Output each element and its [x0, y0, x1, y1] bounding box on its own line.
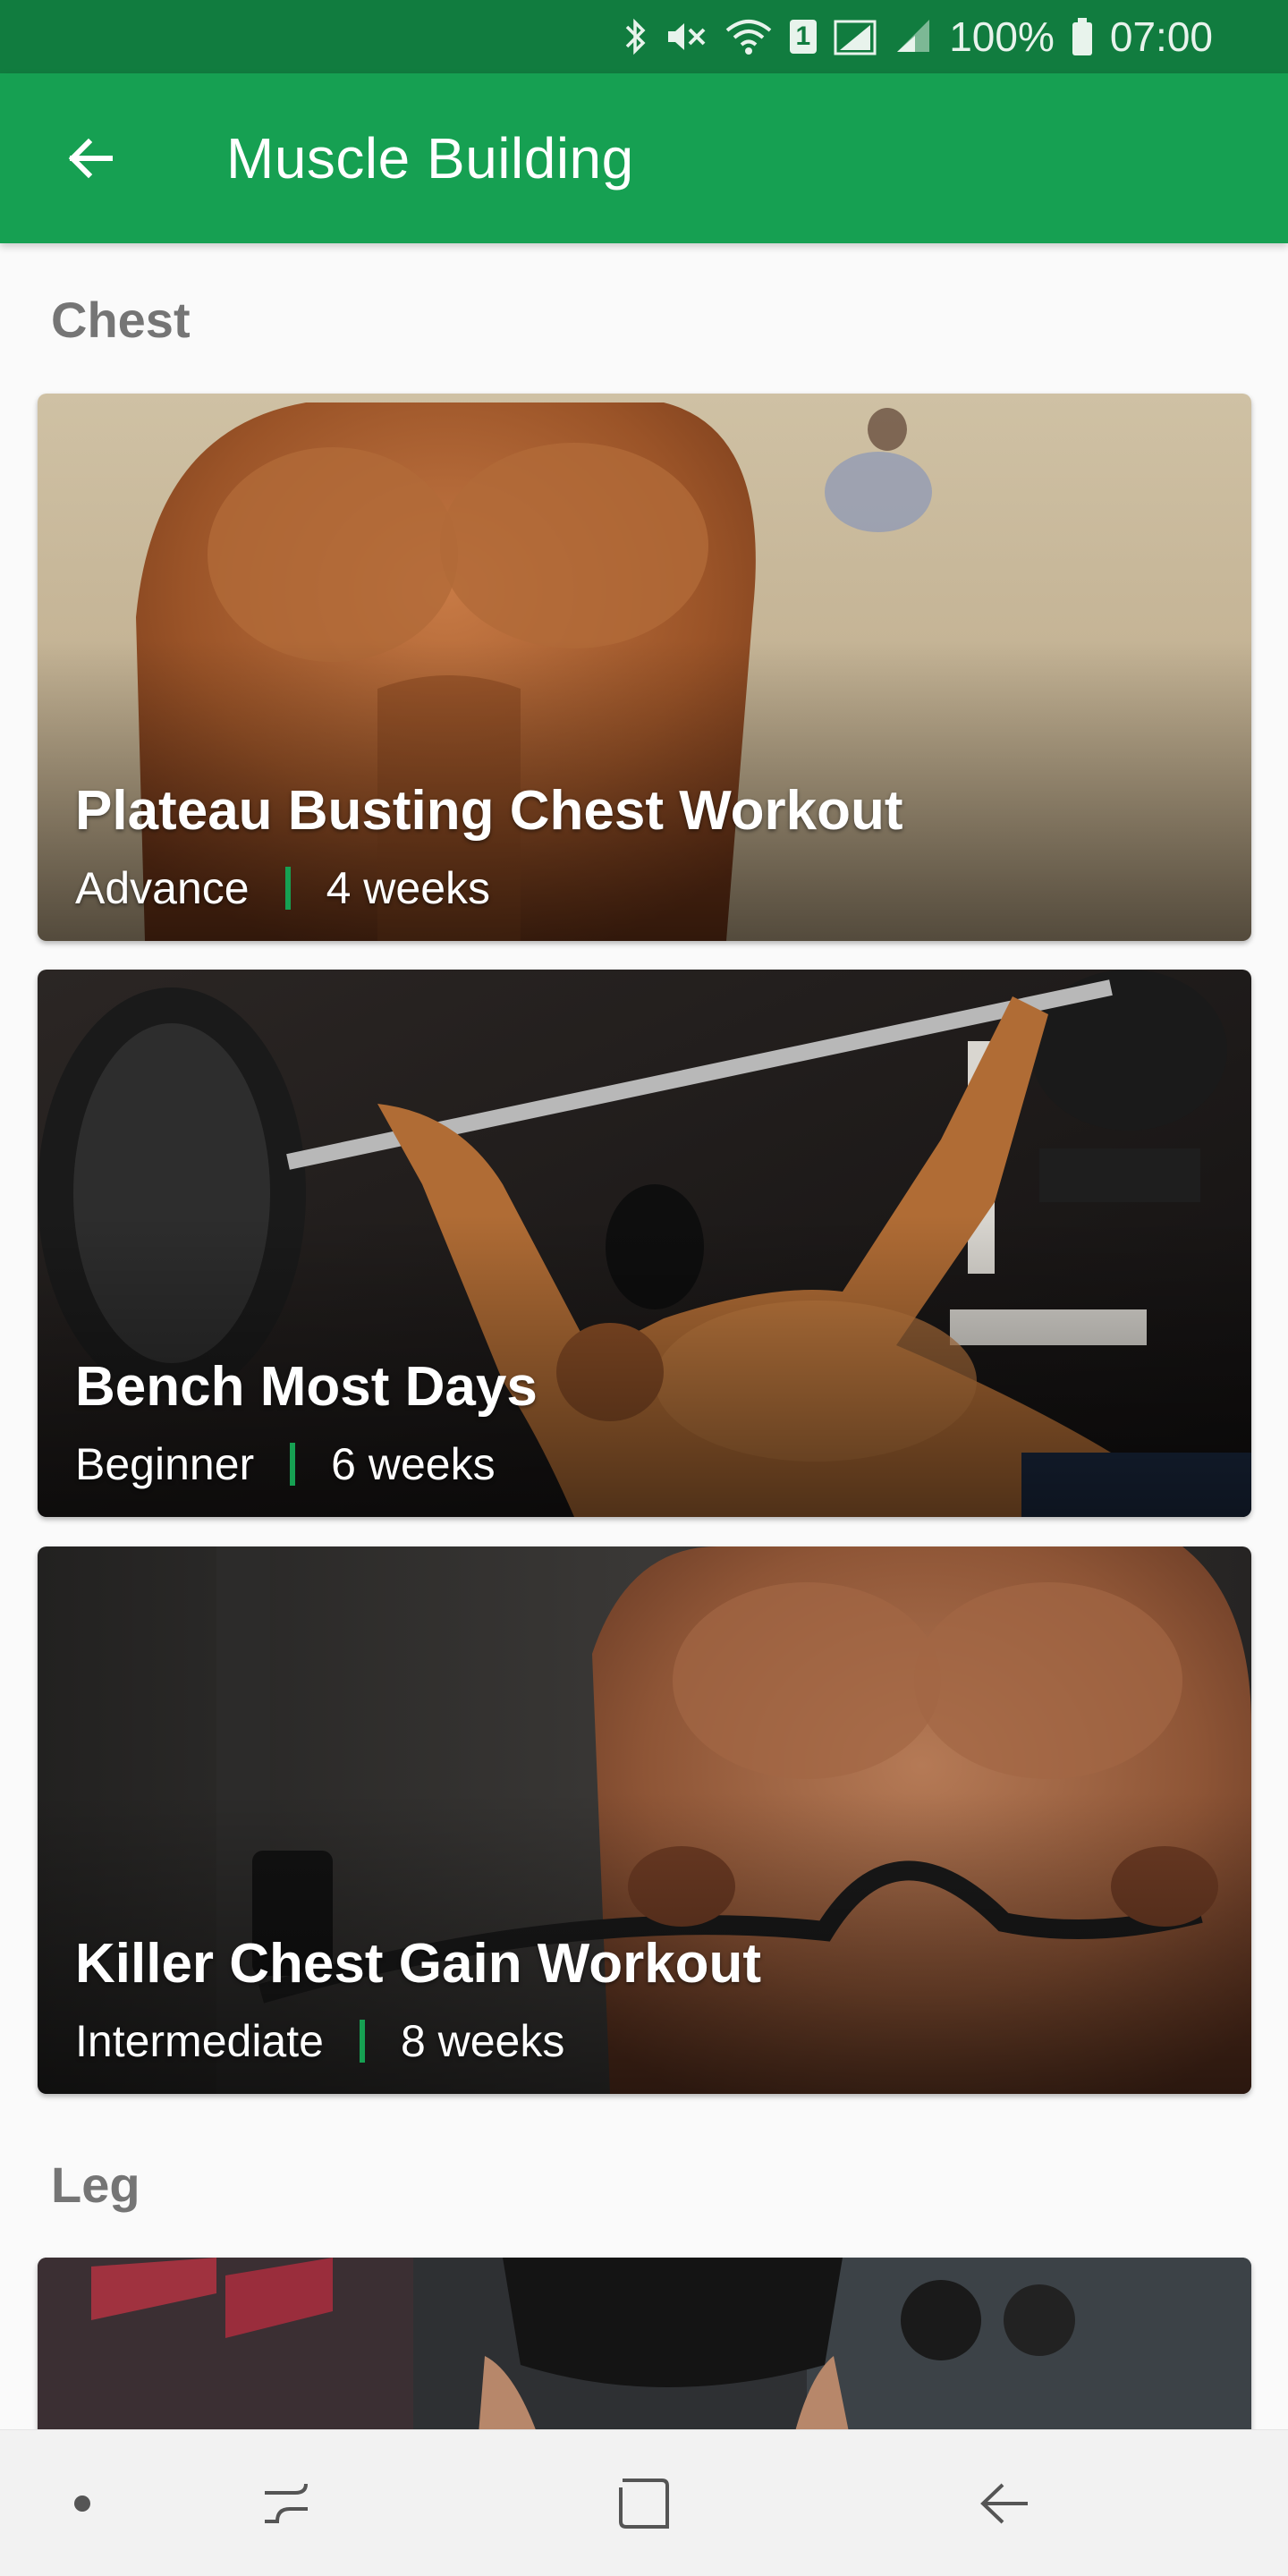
meta-divider [359, 2020, 365, 2063]
mute-icon [665, 16, 708, 57]
home-icon[interactable] [615, 2475, 673, 2532]
card-duration: 4 weeks [326, 863, 491, 913]
screen: 1 100% 07:00 Muscle Building Chest Plate… [0, 0, 1288, 2576]
clock-time: 07:00 [1109, 13, 1213, 60]
card-duration: 6 weeks [331, 1439, 496, 1489]
navigation-bar [0, 2429, 1288, 2576]
battery-icon [1071, 16, 1094, 57]
signal-icon [894, 16, 933, 57]
bluetooth-icon [622, 16, 648, 57]
battery-percent: 100% [949, 13, 1055, 60]
card-level: Advance [75, 863, 250, 913]
arrow-left-icon [68, 138, 113, 179]
app-bar: Muscle Building [0, 73, 1288, 243]
back-icon[interactable] [976, 2476, 1031, 2531]
status-bar: 1 100% 07:00 [0, 0, 1288, 73]
meta-divider [284, 867, 291, 910]
workout-card-killer[interactable]: Killer Chest Gain Workout Intermediate 8… [38, 1546, 1251, 2094]
section-title-leg: Leg [51, 2157, 140, 2213]
back-button[interactable] [50, 118, 131, 199]
workout-card-bench[interactable]: Bench Most Days Beginner 6 weeks [38, 970, 1251, 1517]
workout-card-plateau[interactable]: Plateau Busting Chest Workout Advance 4 … [38, 394, 1251, 941]
page-title: Muscle Building [226, 126, 634, 191]
signal-icon [833, 16, 877, 57]
recent-apps-icon[interactable] [259, 2477, 313, 2530]
dot-icon[interactable] [69, 2490, 96, 2517]
card-meta: Advance 4 weeks [75, 862, 490, 914]
card-meta: Beginner 6 weeks [75, 1438, 496, 1490]
card-title: Killer Chest Gain Workout [75, 1933, 762, 1995]
card-level: Beginner [75, 1439, 255, 1489]
sim-badge-number: 1 [795, 21, 811, 51]
card-title: Bench Most Days [75, 1356, 538, 1418]
sim-badge-icon: 1 [789, 20, 818, 54]
meta-divider [290, 1443, 296, 1486]
section-title-chest: Chest [51, 292, 191, 348]
wifi-icon [724, 16, 774, 57]
card-duration: 8 weeks [400, 2016, 565, 2066]
card-level: Intermediate [75, 2016, 324, 2066]
card-title: Plateau Busting Chest Workout [75, 780, 903, 842]
card-meta: Intermediate 8 weeks [75, 2015, 564, 2067]
